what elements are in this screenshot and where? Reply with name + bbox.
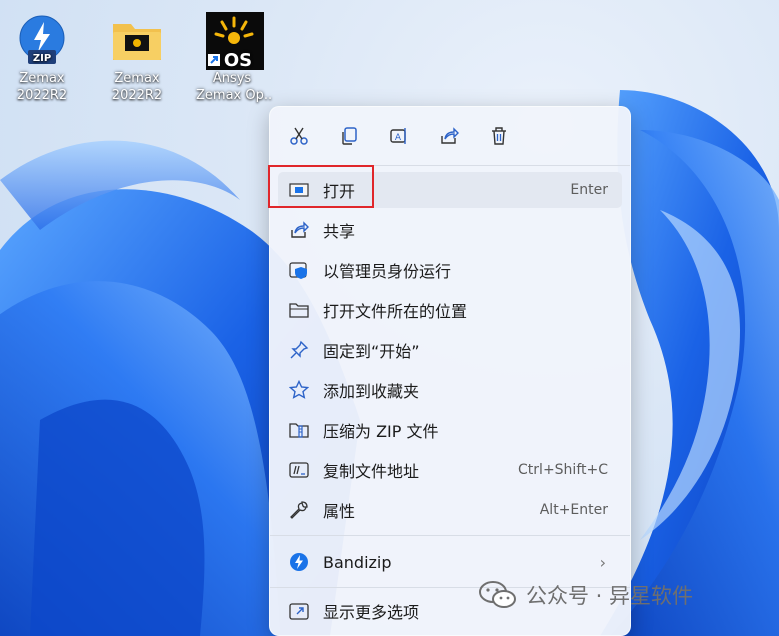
quick-action-bar: A [270,107,630,165]
desktop-icon-label: 2022R2 [111,88,163,103]
rename-button[interactable]: A [386,123,412,149]
desktop-icon-label: Zemax Op.. [196,88,273,103]
folder-icon [288,299,310,321]
desktop-icon-label: Ansys [212,71,252,86]
share-button[interactable] [436,123,462,149]
copy-path-icon [288,459,310,481]
chevron-right-icon: › [599,552,606,572]
rename-icon: A [390,128,406,144]
shield-icon [288,259,310,281]
share-icon [441,127,459,144]
pin-icon [288,339,310,361]
menu-item-add-to-favorites[interactable]: 添加到收藏夹 [278,372,622,408]
copy-button[interactable] [336,123,362,149]
cut-button[interactable] [286,123,312,149]
menu-item-copy-path[interactable]: 复制文件地址 Ctrl+Shift+C [278,452,622,488]
opticstudio-shortcut-icon: OS [204,12,264,71]
star-icon [288,379,310,401]
desktop-icon-label: 2022R2 [16,88,68,103]
trash-icon [492,127,506,145]
zip-folder-icon [288,419,310,441]
svg-text:A: A [395,133,402,143]
os-badge: OS [224,50,252,71]
menu-item-bandizip[interactable]: Bandizip › [278,544,622,580]
share-icon [288,219,310,241]
bandizip-icon [288,551,310,573]
wechat-icon [479,581,516,608]
watermark: 公众号 · 异星软件 [478,580,693,610]
menu-item-properties[interactable]: 属性 Alt+Enter [278,492,622,528]
desktop-icon-ansys-zemax[interactable]: OS Ansys Zemax Op.. [196,12,273,104]
delete-button[interactable] [486,123,512,149]
watermark-text: 公众号 · 异星软件 [526,584,694,608]
highlight-box [268,165,374,208]
menu-item-run-as-admin[interactable]: 以管理员身份运行 [278,252,622,288]
more-options-icon [288,600,310,622]
desktop: ZIP Zemax 2022R2 Zemax 2022R2 OS Ansys Z… [0,0,779,636]
menu-item-compress-zip[interactable]: 压缩为 ZIP 文件 [278,412,622,448]
desktop-icon-zemax-zip[interactable]: ZIP Zemax 2022R2 [6,12,78,104]
menu-item-share[interactable]: 共享 [278,212,622,248]
desktop-icon-label: Zemax [19,71,65,86]
desktop-icon-zemax-folder[interactable]: Zemax 2022R2 [101,12,173,104]
copy-icon [342,127,357,145]
folder-icon [109,12,165,68]
menu-divider [270,535,630,536]
bandizip-archive-icon: ZIP [14,12,70,68]
zip-badge: ZIP [33,53,51,64]
wrench-icon [288,499,310,521]
menu-item-pin-to-start[interactable]: 固定到“开始” [278,332,622,368]
desktop-icon-label: Zemax [114,71,160,86]
menu-item-open-file-location[interactable]: 打开文件所在的位置 [278,292,622,328]
scissors-icon [290,127,308,145]
